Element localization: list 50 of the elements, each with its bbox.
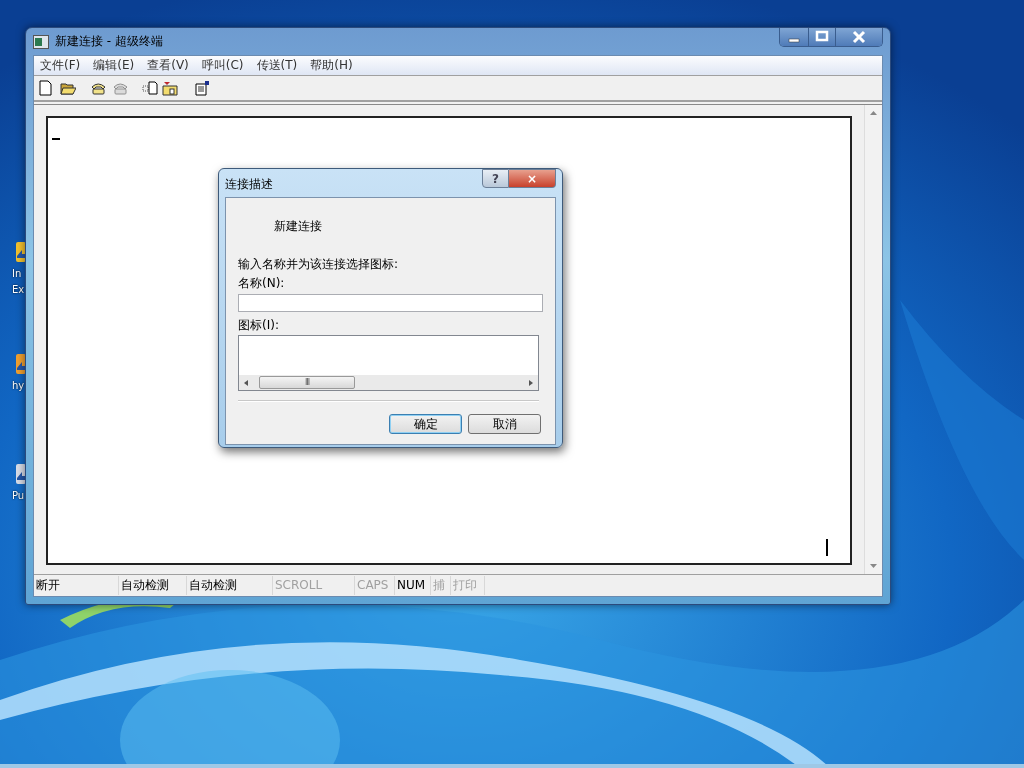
desktop-icon-label[interactable]: In	[11, 266, 22, 282]
status-cell: CAPS	[355, 576, 395, 595]
status-cell: NUM	[395, 576, 431, 595]
horizontal-scrollbar[interactable]: III	[239, 375, 538, 390]
folder-icon[interactable]	[162, 80, 178, 96]
text-cursor	[826, 539, 828, 556]
scroll-right-icon[interactable]	[528, 378, 534, 387]
name-field[interactable]	[238, 294, 543, 312]
document-icon[interactable]	[142, 80, 158, 96]
icon-list[interactable]: III	[238, 335, 539, 391]
status-cell: SCROLL	[273, 576, 355, 595]
scroll-left-icon[interactable]	[243, 378, 249, 387]
scroll-down-icon[interactable]	[869, 563, 878, 569]
shortcut-icon[interactable]	[15, 462, 26, 486]
help-button[interactable]: ?	[482, 169, 509, 188]
cancel-button[interactable]: 取消	[468, 414, 541, 434]
phone-icon[interactable]	[90, 80, 106, 96]
field-label: 图标(I):	[238, 317, 280, 334]
maximize-icon[interactable]	[808, 28, 835, 46]
status-cell: 打印	[451, 576, 485, 595]
document-icon[interactable]	[38, 80, 54, 96]
menu-item[interactable]: 帮助(H)	[304, 57, 360, 74]
dialog-title: 连接描述	[225, 176, 273, 193]
desktop-icon-label[interactable]: Ex	[11, 282, 25, 298]
menu-item[interactable]: 编辑(E)	[87, 57, 142, 74]
shortcut-icon[interactable]	[15, 240, 26, 264]
status-cell: 自动检测	[119, 576, 187, 595]
status-cell: 捕	[431, 576, 451, 595]
properties-icon[interactable]	[194, 80, 210, 96]
close-icon[interactable]	[835, 28, 882, 46]
status-cell: 断开	[34, 576, 119, 595]
desktop-icon-label[interactable]: hy	[11, 378, 25, 394]
terminal-icon[interactable]	[33, 34, 49, 49]
scroll-up-icon[interactable]	[869, 110, 878, 116]
minimize-icon[interactable]	[780, 28, 808, 46]
connection-name-heading: 新建连接	[274, 218, 323, 235]
scroll-thumb-grip[interactable]: III	[304, 378, 310, 387]
menu-item[interactable]: 查看(V)	[141, 57, 196, 74]
ok-button[interactable]: 确定	[389, 414, 462, 434]
status-cell: 自动检测	[187, 576, 273, 595]
menu-item[interactable]: 呼叫(C)	[195, 57, 251, 74]
field-label: 名称(N):	[238, 275, 286, 292]
menu-item[interactable]: 文件(F)	[34, 57, 88, 74]
prompt-text: 输入名称并为该连接选择图标:	[238, 256, 400, 273]
open-folder-icon[interactable]	[60, 80, 76, 96]
shortcut-icon[interactable]	[15, 352, 26, 376]
menu-item[interactable]: 传送(T)	[250, 57, 305, 74]
text-cursor	[52, 138, 60, 140]
window-title: 新建连接 - 超级终端	[55, 33, 163, 50]
desktop-icon-label[interactable]: Pu	[11, 488, 25, 504]
